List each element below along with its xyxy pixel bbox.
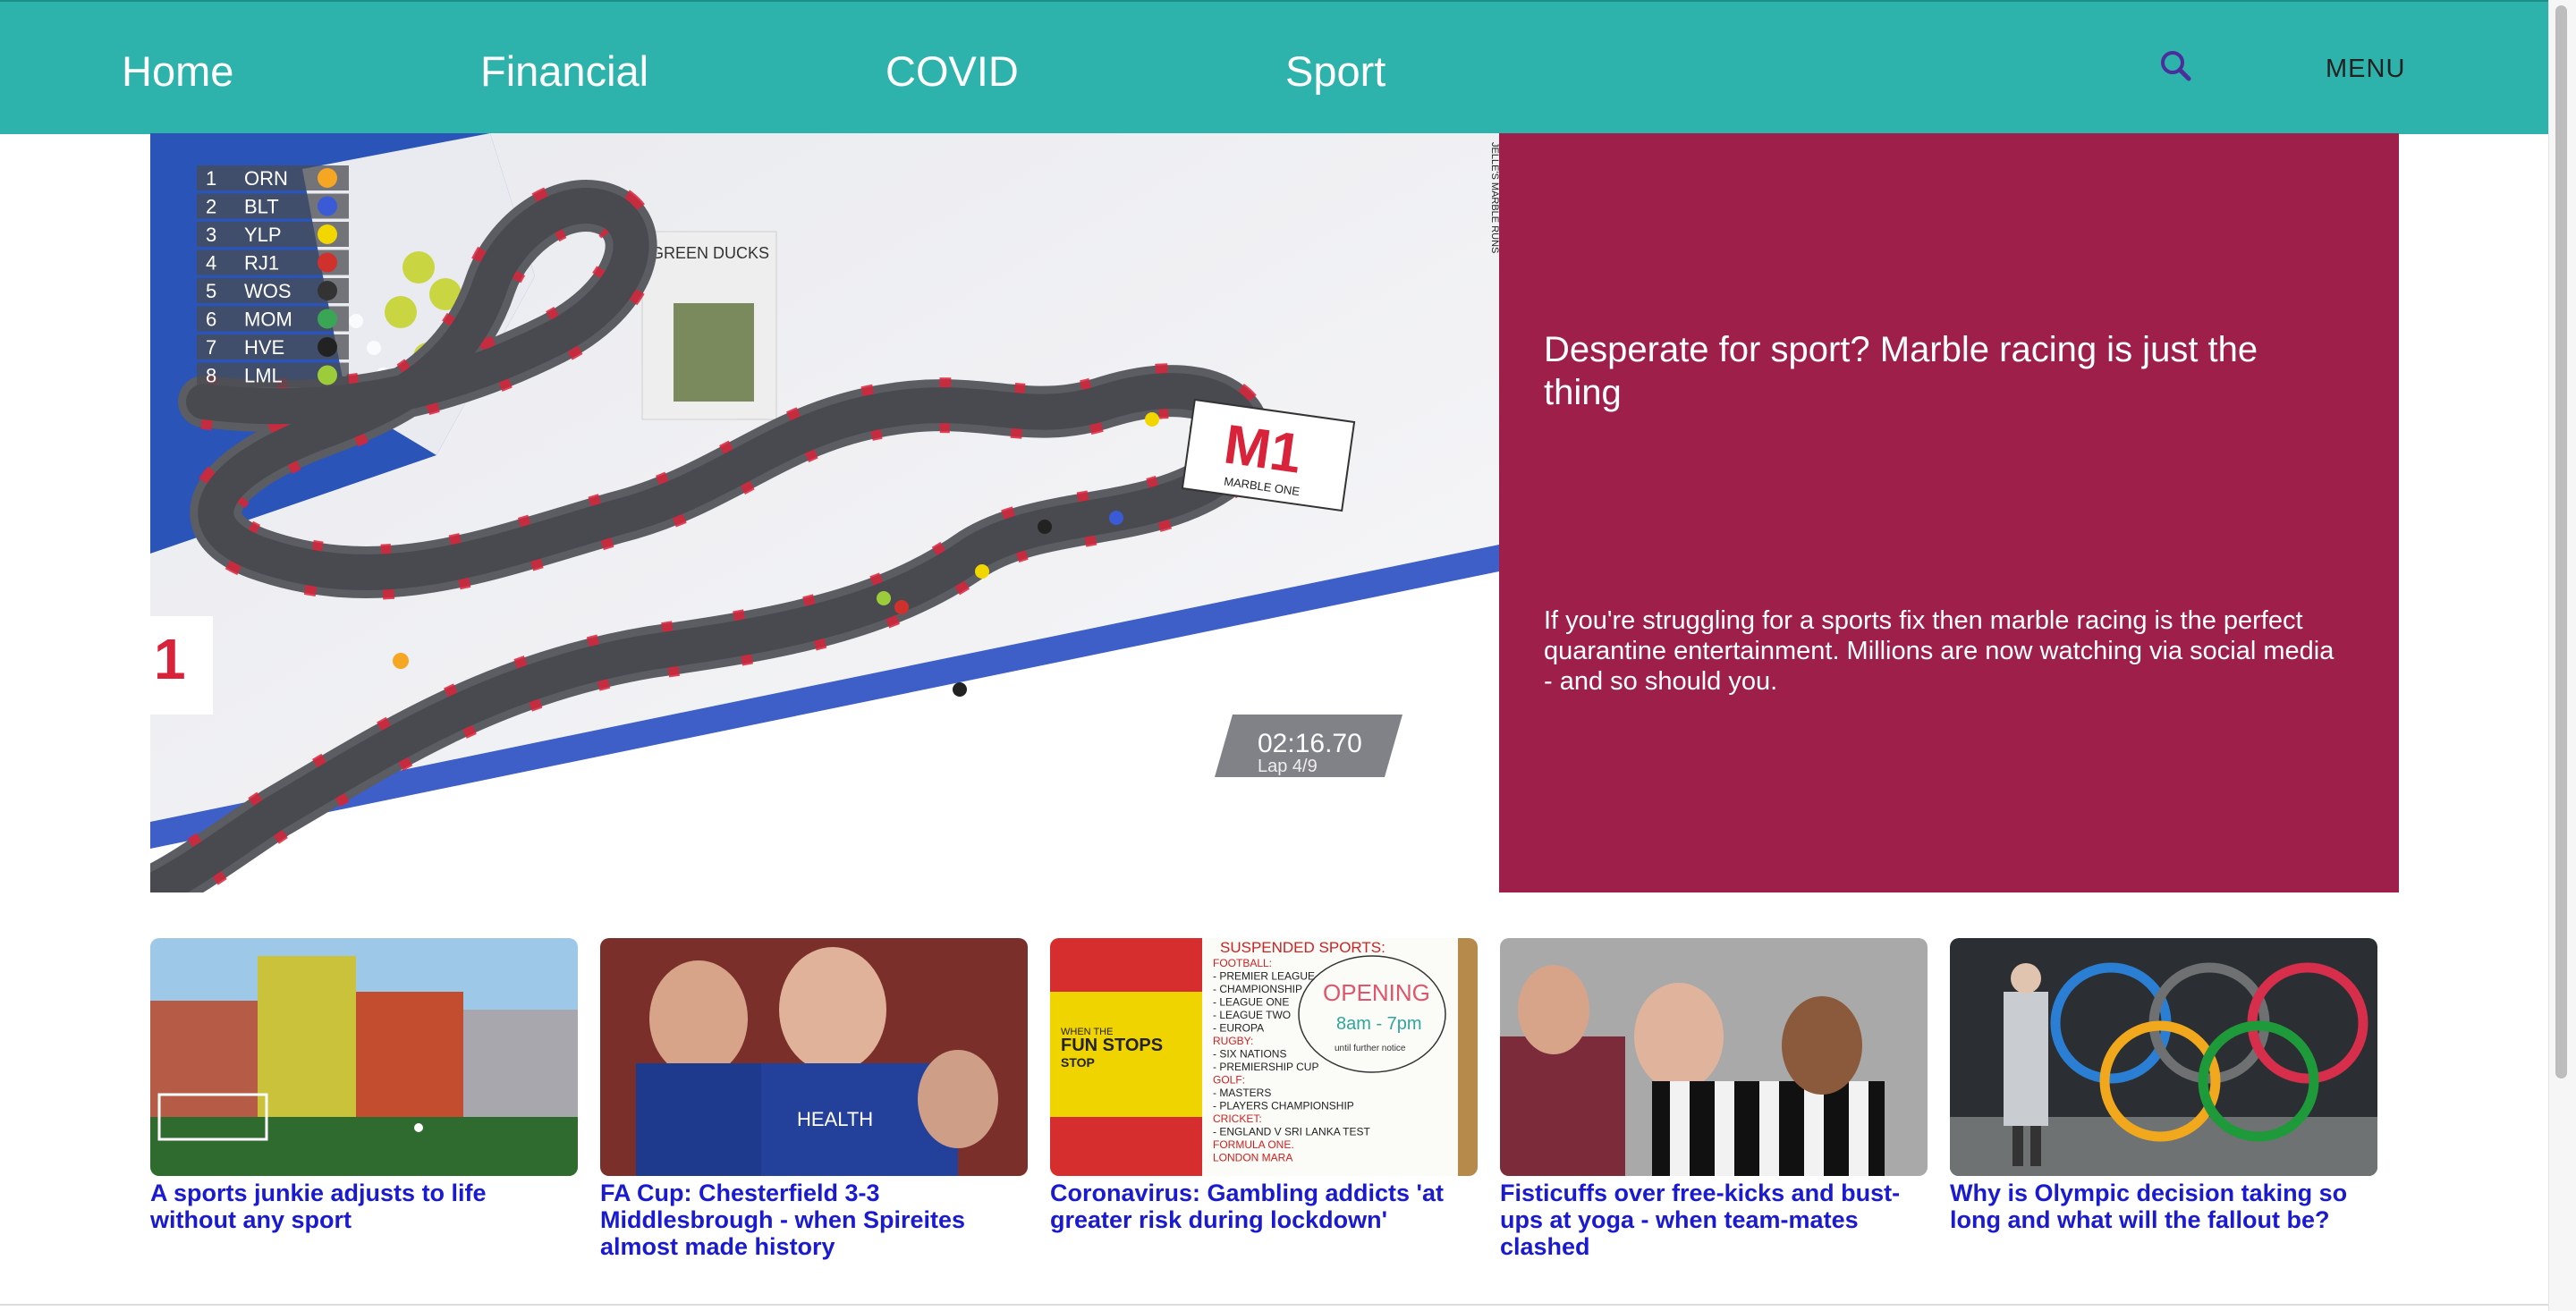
marble-race-illustration: GREEN DUCKS M1 MARBLE ONE 1 ORN2 BLT3 YLP4 R…	[150, 133, 1499, 892]
board-text: GREEN DUCKS	[651, 244, 769, 262]
card-image-chesterfield-players[interactable]: HEALTH	[600, 938, 1028, 1176]
story-card[interactable]: Why is Olympic decision taking so long a…	[1950, 938, 2377, 1233]
svg-text:until further notice: until further notice	[1335, 1044, 1406, 1053]
svg-text:M1: M1	[1220, 413, 1305, 485]
team-marble-icon	[318, 365, 337, 385]
board-line: FOOTBALL:	[1213, 957, 1272, 969]
leaderboard-position: 7	[206, 336, 216, 359]
board-line: - ENGLAND V SRI LANKA TEST	[1213, 1126, 1370, 1138]
leaderboard-position: 4	[206, 252, 216, 275]
hero-panel: Desperate for sport? Marble racing is ju…	[1499, 133, 2399, 892]
nav-link-sport[interactable]: Sport	[1285, 43, 1385, 100]
leaderboard-team: HVE	[244, 336, 284, 359]
page-scrollbar-thumb[interactable]	[2555, 5, 2567, 1078]
board-line: - CHAMPIONSHIP	[1213, 983, 1302, 995]
board-line: CRICKET:	[1213, 1112, 1262, 1125]
leaderboard-team: BLT	[244, 196, 279, 218]
hero-headline[interactable]: Desperate for sport? Marble racing is ju…	[1544, 328, 2313, 414]
board-line: GOLF:	[1213, 1074, 1245, 1087]
board-line: - SIX NATIONS	[1213, 1048, 1286, 1061]
team-marble-icon	[318, 224, 337, 244]
hero-summary: If you're struggling for a sports fix th…	[1544, 606, 2334, 696]
story-card[interactable]: HEALTH FA Cup: Chesterfield 3-3 Middlesb…	[600, 938, 1028, 1260]
svg-text:SUSPENDED SPORTS:: SUSPENDED SPORTS:	[1220, 939, 1385, 956]
svg-text:1: 1	[154, 627, 186, 691]
svg-text:02:16.70: 02:16.70	[1258, 729, 1362, 758]
hero-image[interactable]: GREEN DUCKS M1 MARBLE ONE 1 ORN 2 BLT 3 YLP 4 R…	[150, 133, 1499, 892]
team-marble-icon	[318, 168, 337, 188]
leaderboard-team: YLP	[244, 224, 282, 246]
nav-link-covid[interactable]: COVID	[886, 43, 1019, 100]
leaderboard-position: 1	[206, 167, 216, 190]
card-title[interactable]: Coronavirus: Gambling addicts 'at greate…	[1050, 1180, 1478, 1233]
card-image-newcastle-scuffle[interactable]	[1500, 938, 1928, 1176]
story-card[interactable]: WHEN THE FUN STOPS STOP SUSPENDED SPORTS…	[1050, 938, 1478, 1233]
board-line: RUGBY:	[1213, 1035, 1253, 1047]
board-line: FORMULA ONE.	[1213, 1138, 1294, 1151]
board-line: LONDON MARA	[1213, 1152, 1292, 1164]
board-line: - LEAGUE TWO	[1213, 1009, 1291, 1021]
svg-text:FUN STOPS: FUN STOPS	[1061, 1036, 1163, 1055]
card-image-favela-football[interactable]	[150, 938, 578, 1176]
team-marble-icon	[318, 337, 337, 357]
nav-link-home[interactable]: Home	[122, 43, 233, 100]
svg-text:STOP: STOP	[1061, 1055, 1095, 1070]
board-line: - EUROPA	[1213, 1022, 1264, 1035]
board-line: - MASTERS	[1213, 1087, 1271, 1099]
card-title[interactable]: A sports junkie adjusts to life without …	[150, 1180, 578, 1233]
race-timer: 02:16.70 Lap 4/9	[1215, 715, 1402, 777]
svg-text:Lap 4/9: Lap 4/9	[1258, 757, 1318, 776]
board-line: - LEAGUE ONE	[1213, 996, 1289, 1009]
leaderboard-team: ORN	[244, 167, 288, 190]
leaderboard-position: 8	[206, 365, 216, 387]
story-card[interactable]: A sports junkie adjusts to life without …	[150, 938, 578, 1233]
card-image-suspended-sports-board[interactable]: WHEN THE FUN STOPS STOP SUSPENDED SPORTS…	[1050, 938, 1478, 1176]
shirt-sponsor: HEALTH	[797, 1108, 873, 1130]
search-icon	[2161, 51, 2191, 81]
story-card[interactable]: Fisticuffs over free-kicks and bust-ups …	[1500, 938, 1928, 1260]
leaderboard-position: 5	[206, 280, 216, 302]
leaderboard-position: 6	[206, 309, 216, 331]
page-bottom-divider	[0, 1304, 2548, 1306]
svg-text:OPENING: OPENING	[1323, 979, 1430, 1006]
leaderboard-position: 3	[206, 224, 216, 246]
top-nav-bar: Home Financial COVID Sport MENU	[0, 0, 2548, 134]
team-marble-icon	[318, 281, 337, 300]
board-line: - PREMIERSHIP CUP	[1213, 1061, 1318, 1073]
image-credit: JELLE'S MARBLE RUNS	[1489, 142, 1499, 253]
card-title[interactable]: FA Cup: Chesterfield 3-3 Middlesbrough -…	[600, 1180, 1028, 1260]
team-marble-icon	[318, 252, 337, 273]
card-image-olympic-rings[interactable]	[1950, 938, 2377, 1176]
nav-link-financial[interactable]: Financial	[480, 43, 648, 100]
search-button[interactable]	[2154, 45, 2199, 89]
leaderboard-team: RJ1	[244, 252, 279, 275]
leaderboard-team: MOM	[244, 309, 292, 331]
team-marble-icon	[318, 196, 337, 216]
board-line: - PLAYERS CHAMPIONSHIP	[1213, 1100, 1354, 1112]
team-marble-icon	[318, 309, 337, 329]
card-title[interactable]: Why is Olympic decision taking so long a…	[1950, 1180, 2377, 1233]
leaderboard-position: 2	[206, 196, 216, 218]
board-line: - PREMIER LEAGUE	[1213, 970, 1315, 983]
card-title[interactable]: Fisticuffs over free-kicks and bust-ups …	[1500, 1180, 1928, 1260]
leaderboard-team: WOS	[244, 280, 292, 302]
leaderboard-team: LML	[244, 365, 283, 387]
svg-text:8am - 7pm: 8am - 7pm	[1336, 1014, 1422, 1034]
menu-button[interactable]: MENU	[2326, 54, 2405, 84]
